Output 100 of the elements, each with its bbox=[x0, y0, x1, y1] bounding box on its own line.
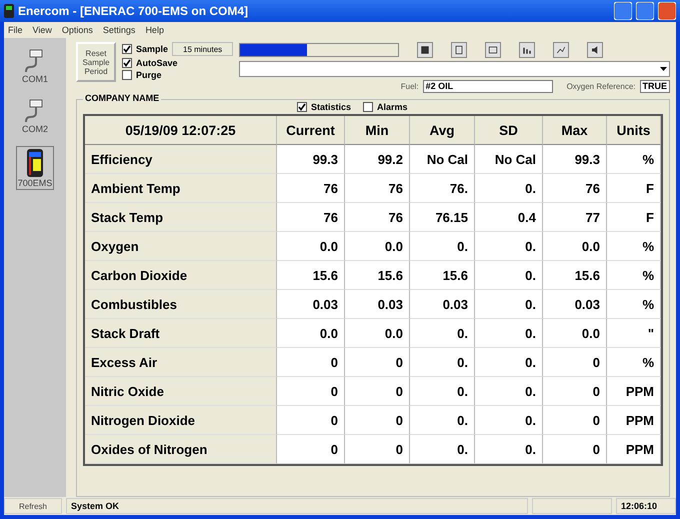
table-cell: 0 bbox=[543, 406, 607, 435]
table-cell: 0 bbox=[345, 348, 410, 377]
row-label: Ambient Temp bbox=[85, 174, 277, 203]
table-cell: 0. bbox=[475, 232, 543, 261]
speaker-tool-icon[interactable] bbox=[587, 42, 604, 58]
field-label: Fuel: bbox=[400, 82, 419, 91]
table-cell: " bbox=[607, 319, 661, 348]
table-cell: PPM bbox=[607, 435, 661, 464]
save-tool-icon[interactable] bbox=[417, 42, 434, 58]
menu-item[interactable]: View bbox=[32, 25, 52, 35]
table-cell: 15.6 bbox=[345, 261, 410, 290]
table-cell: % bbox=[607, 261, 661, 290]
table-cell: 0. bbox=[475, 290, 543, 319]
table-cell: 76 bbox=[277, 174, 345, 203]
field-label: Oxygen Reference: bbox=[566, 82, 636, 91]
column-header: 05/19/09 12:07:25 bbox=[85, 116, 277, 145]
fuel-field[interactable]: #2 OIL bbox=[422, 80, 553, 93]
minimize-button[interactable] bbox=[614, 2, 632, 20]
table-cell: 0. bbox=[410, 348, 475, 377]
dropdown-arrow-icon bbox=[660, 67, 667, 71]
device-button[interactable]: COM2 bbox=[20, 96, 50, 136]
table-cell: PPM bbox=[607, 377, 661, 406]
table-cell: 0.03 bbox=[410, 290, 475, 319]
checkmark-icon bbox=[298, 103, 306, 111]
table-cell: 0.0 bbox=[543, 319, 607, 348]
window-title: Enercom - [ENERAC 700-EMS on COM4] bbox=[18, 4, 248, 18]
row-label: Excess Air bbox=[85, 348, 277, 377]
checkbox[interactable]: AutoSave bbox=[122, 58, 234, 68]
table-cell: % bbox=[607, 232, 661, 261]
checkbox[interactable]: Statistics bbox=[297, 102, 352, 112]
column-header: Units bbox=[607, 116, 661, 145]
device-button[interactable]: COM1 bbox=[20, 46, 50, 86]
row-label: Oxygen bbox=[85, 232, 277, 261]
column-header: Min bbox=[345, 116, 410, 145]
table-cell: % bbox=[607, 348, 661, 377]
bars-tool-icon[interactable] bbox=[519, 42, 536, 58]
table-cell: 0. bbox=[475, 406, 543, 435]
table-cell: 77 bbox=[543, 203, 607, 232]
table-cell: % bbox=[607, 290, 661, 319]
clipboard-tool-icon[interactable] bbox=[451, 42, 468, 58]
menu-item[interactable]: Help bbox=[145, 25, 164, 35]
table-cell: % bbox=[607, 145, 661, 174]
status-time: 12:06:10 bbox=[616, 498, 676, 514]
row-label: Efficiency bbox=[85, 145, 277, 174]
row-label: Oxides of Nitrogen bbox=[85, 435, 277, 464]
table-cell: 0. bbox=[475, 174, 543, 203]
row-label: Stack Draft bbox=[85, 319, 277, 348]
table-cell: 0. bbox=[410, 232, 475, 261]
line-tool-icon[interactable] bbox=[553, 42, 570, 58]
period-button[interactable]: 15 minutes bbox=[172, 42, 234, 56]
device-button[interactable]: 700EMS bbox=[16, 146, 54, 190]
checkbox[interactable]: Purge bbox=[122, 70, 234, 80]
row-label: Carbon Dioxide bbox=[85, 261, 277, 290]
table-cell: 0 bbox=[345, 406, 410, 435]
analyzer-device-icon bbox=[26, 148, 44, 178]
checkbox[interactable]: Alarms bbox=[363, 102, 408, 112]
table-cell: 0. bbox=[475, 435, 543, 464]
table-cell: 0.4 bbox=[475, 203, 543, 232]
table-cell: 0.0 bbox=[277, 232, 345, 261]
table-cell: 0.03 bbox=[543, 290, 607, 319]
table-cell: 0 bbox=[277, 406, 345, 435]
table-cell: F bbox=[607, 174, 661, 203]
table-cell: 0 bbox=[543, 348, 607, 377]
table-cell: F bbox=[607, 203, 661, 232]
table-cell: 76 bbox=[345, 174, 410, 203]
menu-item[interactable]: File bbox=[8, 25, 23, 35]
maximize-button[interactable] bbox=[636, 2, 654, 20]
table-cell: 0.0 bbox=[543, 232, 607, 261]
table-cell: 76 bbox=[345, 203, 410, 232]
table-cell: 0 bbox=[277, 377, 345, 406]
table-cell: 76.15 bbox=[410, 203, 475, 232]
refresh-button[interactable]: Refresh bbox=[4, 498, 62, 514]
table-cell: 15.6 bbox=[410, 261, 475, 290]
table-cell: 0 bbox=[277, 348, 345, 377]
table-cell: 0 bbox=[277, 435, 345, 464]
table-cell: 0. bbox=[410, 435, 475, 464]
column-header: Avg bbox=[410, 116, 475, 145]
table-cell: PPM bbox=[607, 406, 661, 435]
menu-item[interactable]: Options bbox=[62, 25, 93, 35]
column-header: Max bbox=[543, 116, 607, 145]
table-cell: 0. bbox=[410, 319, 475, 348]
row-label: Nitrogen Dioxide bbox=[85, 406, 277, 435]
close-button[interactable] bbox=[658, 2, 676, 20]
dropdown-field[interactable] bbox=[239, 61, 670, 77]
table-cell: 0.03 bbox=[277, 290, 345, 319]
table-cell: 0.0 bbox=[277, 319, 345, 348]
table-cell: No Cal bbox=[410, 145, 475, 174]
table-cell: No Cal bbox=[475, 145, 543, 174]
app-icon bbox=[4, 4, 14, 18]
table-cell: 0 bbox=[345, 377, 410, 406]
checkbox[interactable]: Sample bbox=[122, 44, 168, 54]
table-cell: 0. bbox=[410, 377, 475, 406]
table-cell: 0 bbox=[543, 435, 607, 464]
menu-item[interactable]: Settings bbox=[102, 25, 136, 35]
table-cell: 0. bbox=[475, 377, 543, 406]
row-label: Nitric Oxide bbox=[85, 377, 277, 406]
reset-button[interactable]: Reset Sample Period bbox=[76, 42, 116, 82]
row-label: Combustibles bbox=[85, 290, 277, 319]
window-tool-icon[interactable] bbox=[485, 42, 502, 58]
oxygen-field[interactable]: TRUE bbox=[640, 80, 670, 93]
